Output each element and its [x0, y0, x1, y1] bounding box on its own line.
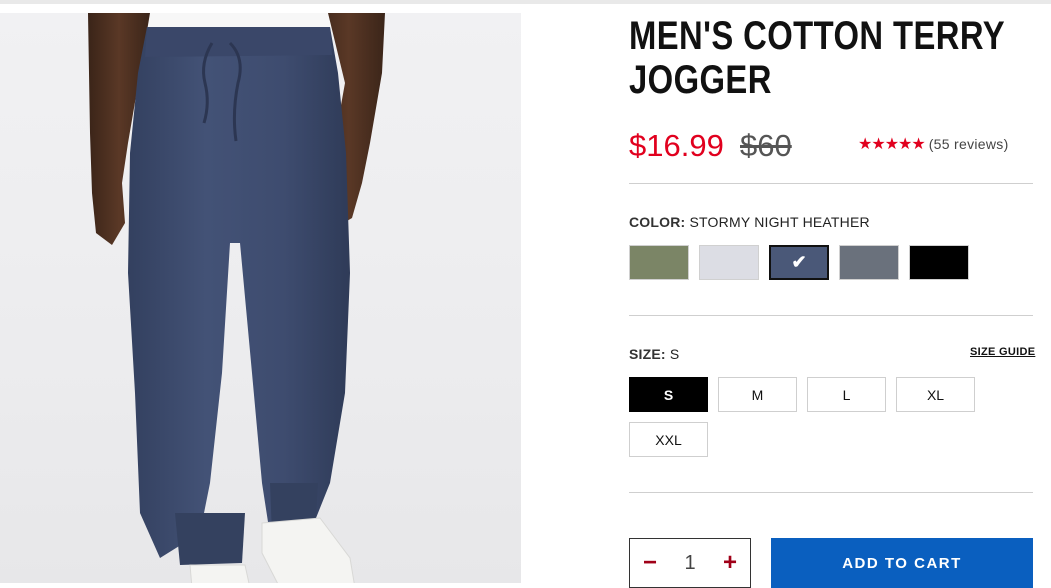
divider: [629, 492, 1033, 493]
increase-quantity-button[interactable]: +: [710, 549, 750, 577]
jogger-photo: [88, 13, 385, 583]
product-title: MEN'S COTTON TERRY JOGGER: [629, 14, 1005, 102]
size-option-s[interactable]: S: [629, 377, 708, 412]
sale-price: $16.99: [629, 128, 724, 163]
swatch-stormy-night-heather[interactable]: ✔: [769, 245, 829, 280]
original-price: $60: [740, 128, 792, 163]
size-option-xxl[interactable]: XXL: [629, 422, 708, 457]
quantity-stepper: − 1 +: [629, 538, 751, 588]
selected-color-name: STORMY NIGHT HEATHER: [689, 214, 870, 230]
size-option-m[interactable]: M: [718, 377, 797, 412]
rating[interactable]: ★★★★★ (55 reviews): [858, 134, 1009, 154]
top-border: [0, 0, 1051, 4]
size-option-xl[interactable]: XL: [896, 377, 975, 412]
quantity-value[interactable]: 1: [670, 552, 710, 575]
star-rating-icon: ★★★★★: [858, 136, 926, 153]
color-label-key: COLOR:: [629, 214, 686, 230]
size-guide-link[interactable]: SIZE GUIDE: [970, 346, 1035, 358]
product-image[interactable]: [0, 13, 521, 583]
swatch-black[interactable]: [909, 245, 969, 280]
size-label: SIZE: S: [629, 346, 679, 362]
size-label-key: SIZE:: [629, 346, 666, 362]
decrease-quantity-button[interactable]: −: [630, 549, 670, 577]
add-to-cart-button[interactable]: ADD TO CART: [771, 538, 1033, 588]
selected-size: S: [669, 346, 680, 362]
swatch-slate-gray[interactable]: [839, 245, 899, 280]
color-swatches: ✔: [629, 245, 969, 280]
color-label: COLOR: STORMY NIGHT HEATHER: [629, 214, 870, 230]
divider: [629, 315, 1033, 316]
size-option-l[interactable]: L: [807, 377, 886, 412]
swatch-light-gray[interactable]: [699, 245, 759, 280]
checkmark-icon: ✔: [791, 252, 807, 272]
reviews-link[interactable]: (55 reviews): [929, 136, 1009, 152]
divider: [629, 183, 1033, 184]
swatch-olive[interactable]: [629, 245, 689, 280]
